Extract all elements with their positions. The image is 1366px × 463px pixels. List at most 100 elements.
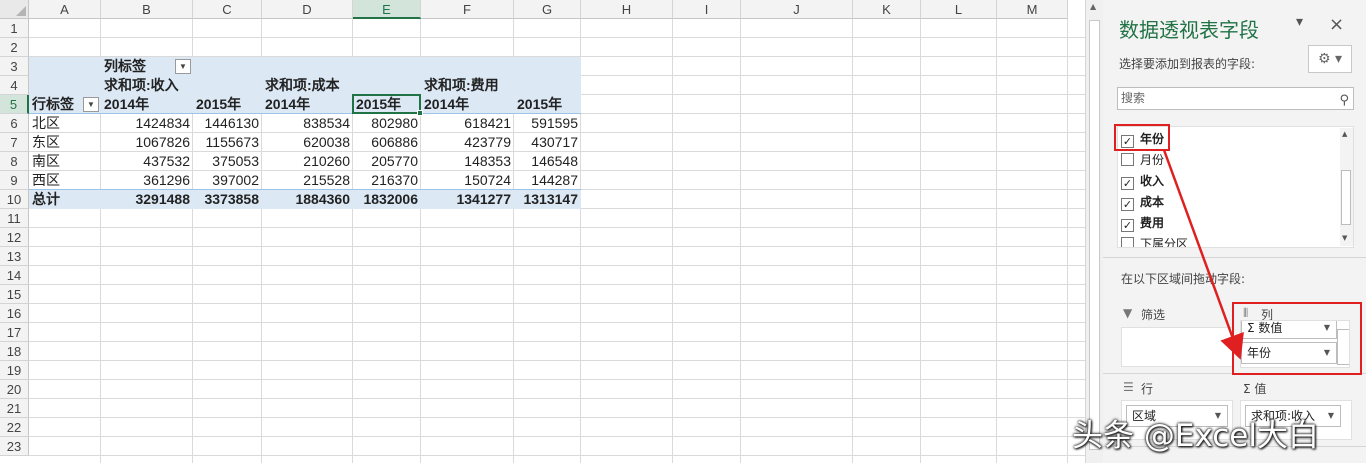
- fill-handle[interactable]: [417, 110, 423, 116]
- pivot-value-cell[interactable]: 144287: [514, 171, 581, 190]
- column-header-A[interactable]: A: [29, 0, 101, 19]
- row-header-6[interactable]: 6: [0, 114, 29, 133]
- pivot-year-header[interactable]: 2014年: [101, 95, 193, 114]
- row-header-20[interactable]: 20: [0, 380, 29, 399]
- pivot-value-cell[interactable]: 802980: [353, 114, 421, 133]
- row-header-10[interactable]: 10: [0, 190, 29, 209]
- column-labels-filter-button[interactable]: ▼: [175, 59, 191, 74]
- pivot-total-cell[interactable]: 1884360: [262, 190, 353, 209]
- pivot-value-cell[interactable]: 620038: [262, 133, 353, 152]
- field-item-2[interactable]: ✓ 收入: [1121, 171, 1164, 191]
- row-header-18[interactable]: 18: [0, 342, 29, 361]
- pivot-value-cell[interactable]: 430717: [514, 133, 581, 152]
- pivot-value-cell[interactable]: 591595: [514, 114, 581, 133]
- scroll-down-icon[interactable]: ▼: [1342, 234, 1347, 242]
- row-labels-filter-button[interactable]: ▼: [83, 97, 99, 112]
- row-header-3[interactable]: 3: [0, 57, 29, 76]
- checkbox-checked-icon[interactable]: ✓: [1121, 219, 1134, 232]
- row-header-9[interactable]: 9: [0, 171, 29, 190]
- pivot-value-cell[interactable]: 618421: [421, 114, 514, 133]
- pivot-value-cell[interactable]: 210260: [262, 152, 353, 171]
- row-header-21[interactable]: 21: [0, 399, 29, 418]
- pivot-total-cell[interactable]: 1341277: [421, 190, 514, 209]
- pivot-year-header[interactable]: 2015年: [514, 95, 581, 114]
- worksheet[interactable]: 列标签 求和项:收入 求和项:成本 求和项:费用 行标签 2014年 2015年 2014年 2…: [0, 0, 1085, 463]
- column-header-M[interactable]: M: [997, 0, 1068, 19]
- column-header-K[interactable]: K: [853, 0, 921, 19]
- row-header-12[interactable]: 12: [0, 228, 29, 247]
- close-icon[interactable]: ×: [1329, 14, 1344, 35]
- pivot-value-cell[interactable]: 361296: [101, 171, 193, 190]
- pivot-value-cell[interactable]: 148353: [421, 152, 514, 171]
- column-header-E[interactable]: E: [353, 0, 421, 19]
- pane-options-chevron-icon[interactable]: ▾: [1296, 14, 1303, 30]
- pivot-measure-header[interactable]: 求和项:收入: [101, 76, 193, 95]
- column-header-C[interactable]: C: [193, 0, 262, 19]
- pivot-year-header[interactable]: 2014年: [262, 95, 353, 114]
- field-item-4[interactable]: ✓ 费用: [1121, 213, 1164, 233]
- gear-button[interactable]: ⚙ ▾: [1308, 45, 1352, 73]
- pivot-value-cell[interactable]: 1446130: [193, 114, 262, 133]
- row-header-23[interactable]: 23: [0, 437, 29, 456]
- pivot-measure-header[interactable]: 求和项:成本: [262, 76, 353, 95]
- checkbox-checked-icon[interactable]: ✓: [1121, 177, 1134, 190]
- row-header-4[interactable]: 4: [0, 76, 29, 95]
- pivot-row-label[interactable]: 北区: [29, 114, 101, 133]
- column-header-L[interactable]: L: [921, 0, 997, 19]
- filter-drop-zone[interactable]: [1121, 327, 1233, 367]
- pivot-total-cell[interactable]: 1832006: [353, 190, 421, 209]
- column-header-I[interactable]: I: [673, 0, 741, 19]
- pivot-total-cell[interactable]: 3373858: [193, 190, 262, 209]
- field-item-5[interactable]: 下属分区: [1121, 234, 1188, 247]
- row-header-2[interactable]: 2: [0, 38, 29, 57]
- checkbox-empty-icon[interactable]: [1121, 237, 1134, 247]
- pivot-row-label[interactable]: 东区: [29, 133, 101, 152]
- pivot-value-cell[interactable]: 146548: [514, 152, 581, 171]
- pivot-value-cell[interactable]: 423779: [421, 133, 514, 152]
- row-header-7[interactable]: 7: [0, 133, 29, 152]
- pivot-value-cell[interactable]: 437532: [101, 152, 193, 171]
- row-header-1[interactable]: 1: [0, 19, 29, 38]
- field-item-3[interactable]: ✓ 成本: [1121, 192, 1164, 212]
- scroll-up-icon[interactable]: ▲: [1342, 130, 1347, 138]
- pivot-total-cell[interactable]: 1313147: [514, 190, 581, 209]
- scroll-thumb[interactable]: [1089, 20, 1100, 450]
- scroll-up-icon[interactable]: ▲: [1090, 2, 1096, 11]
- pivot-value-cell[interactable]: 838534: [262, 114, 353, 133]
- pivot-value-cell[interactable]: 205770: [353, 152, 421, 171]
- column-header-J[interactable]: J: [741, 0, 853, 19]
- pivot-value-cell[interactable]: 1424834: [101, 114, 193, 133]
- pivot-value-cell[interactable]: 1067826: [101, 133, 193, 152]
- column-header-F[interactable]: F: [421, 0, 514, 19]
- row-header-16[interactable]: 16: [0, 304, 29, 323]
- pivot-row-label[interactable]: 西区: [29, 171, 101, 190]
- row-header-13[interactable]: 13: [0, 247, 29, 266]
- column-header-B[interactable]: B: [101, 0, 193, 19]
- pivot-value-cell[interactable]: 375053: [193, 152, 262, 171]
- row-header-8[interactable]: 8: [0, 152, 29, 171]
- column-header-D[interactable]: D: [262, 0, 353, 19]
- field-list-scrollbar[interactable]: ▲ ▼: [1340, 128, 1353, 246]
- pivot-year-header[interactable]: 2014年: [421, 95, 514, 114]
- pivot-value-cell[interactable]: 216370: [353, 171, 421, 190]
- column-header-H[interactable]: H: [581, 0, 673, 19]
- pivot-value-cell[interactable]: 397002: [193, 171, 262, 190]
- pivot-value-cell[interactable]: 606886: [353, 133, 421, 152]
- row-header-15[interactable]: 15: [0, 285, 29, 304]
- pivot-value-cell[interactable]: 1155673: [193, 133, 262, 152]
- scroll-thumb[interactable]: [1341, 170, 1351, 225]
- pivot-total-label[interactable]: 总计: [29, 190, 101, 209]
- row-header-17[interactable]: 17: [0, 323, 29, 342]
- pivot-measure-header[interactable]: 求和项:费用: [421, 76, 514, 95]
- pivot-value-cell[interactable]: 215528: [262, 171, 353, 190]
- checkbox-checked-icon[interactable]: ✓: [1121, 198, 1134, 211]
- checkbox-empty-icon[interactable]: [1121, 153, 1134, 166]
- pivot-value-cell[interactable]: 150724: [421, 171, 514, 190]
- search-input[interactable]: 搜索 ⚲: [1117, 87, 1354, 110]
- field-item-1[interactable]: 月份: [1121, 150, 1164, 170]
- row-header-11[interactable]: 11: [0, 209, 29, 228]
- row-header-19[interactable]: 19: [0, 361, 29, 380]
- row-header-5[interactable]: 5: [0, 95, 29, 114]
- sheet-vertical-scrollbar[interactable]: ▲: [1085, 0, 1103, 463]
- pivot-total-cell[interactable]: 3291488: [101, 190, 193, 209]
